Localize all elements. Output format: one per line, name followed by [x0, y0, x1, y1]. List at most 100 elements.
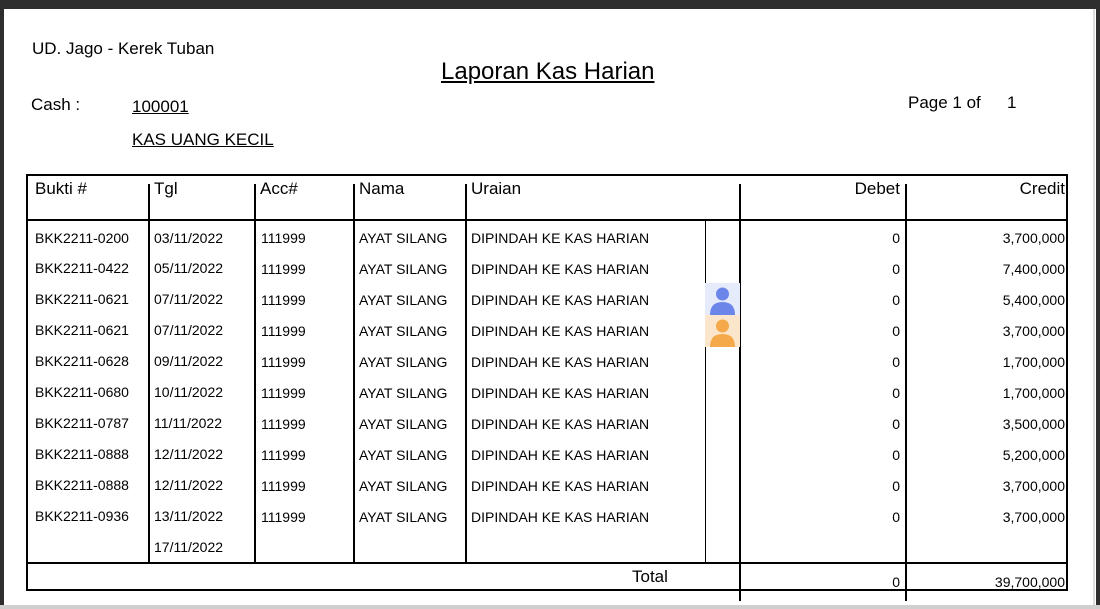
cell-uraian: DIPINDAH KE KAS HARIAN: [471, 509, 650, 525]
cell-credit: 3,700,000: [1002, 478, 1065, 494]
col-divider-acc: [254, 184, 256, 562]
cell-debet: 0: [892, 416, 900, 432]
header-tgl: Tgl: [154, 179, 178, 198]
cell-credit: 3,700,000: [1002, 230, 1065, 246]
user-avatar-icon: [710, 319, 735, 347]
cell-bukti: BKK2211-0621: [35, 322, 129, 338]
cell-debet: 0: [892, 261, 900, 277]
total-divider: [26, 562, 1068, 564]
cell-tgl: 07/11/2022: [154, 291, 224, 307]
cell-uraian: DIPINDAH KE KAS HARIAN: [471, 385, 650, 401]
col-divider-uraian: [465, 184, 467, 562]
cell-nama: AYAT SILANG: [359, 292, 448, 308]
cell-acc: 111999: [261, 261, 306, 277]
cell-nama: AYAT SILANG: [359, 447, 448, 463]
cell-debet: 0: [892, 478, 900, 494]
cell-uraian: DIPINDAH KE KAS HARIAN: [471, 416, 650, 432]
page-total: 1: [1007, 93, 1017, 112]
cell-acc: 111999: [261, 416, 306, 432]
cell-bukti: BKK2211-0200: [35, 230, 129, 246]
cell-tgl: 13/11/2022: [154, 508, 224, 524]
cell-bukti: BKK2211-0422: [35, 260, 129, 276]
cash-label: Cash :: [31, 95, 81, 114]
cell-credit: 3,700,000: [1002, 323, 1065, 339]
header-credit: Credit: [1019, 179, 1065, 198]
cell-bukti: BKK2211-0621: [35, 291, 129, 307]
report-title: Laporan Kas Harian: [441, 58, 655, 85]
col-divider-credit: [905, 184, 907, 601]
cell-uraian: DIPINDAH KE KAS HARIAN: [471, 292, 650, 308]
cell-tgl: 05/11/2022: [154, 260, 224, 276]
user-avatar-icon: [710, 287, 735, 315]
cell-credit: 3,500,000: [1002, 416, 1065, 432]
cell-credit: 5,400,000: [1002, 292, 1065, 308]
cell-tgl: 10/11/2022: [154, 384, 224, 400]
cell-tgl: 12/11/2022: [154, 477, 224, 493]
cell-credit: 1,700,000: [1002, 385, 1065, 401]
cell-credit: 7,400,000: [1002, 261, 1065, 277]
cell-nama: AYAT SILANG: [359, 509, 448, 525]
header-acc: Acc#: [260, 179, 298, 198]
cell-debet: 0: [892, 230, 900, 246]
cell-bukti: BKK2211-0628: [35, 353, 129, 369]
col-divider-tgl: [148, 184, 150, 562]
header-nama: Nama: [359, 179, 405, 198]
cell-debet: 0: [892, 354, 900, 370]
header-divider: [26, 219, 1068, 221]
company-name: UD. Jago - Kerek Tuban: [32, 39, 215, 58]
page-indicator-label: Page 1 of: [908, 93, 981, 112]
header-bukti: Bukti #: [35, 179, 87, 198]
page-bottom-edge: [0, 605, 1100, 609]
cell-tgl: 09/11/2022: [154, 353, 224, 369]
cell-nama: AYAT SILANG: [359, 354, 448, 370]
cell-credit: 5,200,000: [1002, 447, 1065, 463]
cell-tgl: 12/11/2022: [154, 446, 224, 462]
cell-debet: 0: [892, 447, 900, 463]
total-label: Total: [632, 567, 668, 586]
cell-acc: 111999: [261, 509, 306, 525]
cell-bukti: BKK2211-0787: [35, 415, 129, 431]
cell-uraian: DIPINDAH KE KAS HARIAN: [471, 323, 650, 339]
cell-nama: AYAT SILANG: [359, 478, 448, 494]
total-credit: 39,700,000: [994, 574, 1065, 590]
total-debet: 0: [892, 574, 900, 590]
cell-nama: AYAT SILANG: [359, 230, 448, 246]
cell-nama: AYAT SILANG: [359, 323, 448, 339]
cell-acc: 111999: [261, 292, 306, 308]
cash-account-name: KAS UANG KECIL: [132, 130, 274, 149]
col-divider-debet: [739, 184, 741, 601]
cell-uraian: DIPINDAH KE KAS HARIAN: [471, 354, 650, 370]
cell-debet: 0: [892, 292, 900, 308]
cell-acc: 111999: [261, 230, 306, 246]
header-uraian: Uraian: [471, 179, 522, 198]
cell-tgl: 11/11/2022: [154, 415, 222, 431]
cell-uraian: DIPINDAH KE KAS HARIAN: [471, 230, 650, 246]
cell-bukti: BKK2211-0680: [35, 384, 129, 400]
col-divider-uraian-inner: [705, 221, 706, 562]
cash-account-code: 100001: [132, 97, 189, 116]
cell-acc: 111999: [261, 478, 306, 494]
cell-nama: AYAT SILANG: [359, 385, 448, 401]
cell-tgl: 03/11/2022: [154, 230, 224, 246]
cell-uraian: DIPINDAH KE KAS HARIAN: [471, 447, 650, 463]
col-divider-nama: [353, 184, 355, 562]
cell-nama: AYAT SILANG: [359, 416, 448, 432]
cell-uraian: DIPINDAH KE KAS HARIAN: [471, 261, 650, 277]
page-edge: [1093, 9, 1095, 609]
cell-acc: 111999: [261, 447, 306, 463]
cell-debet: 0: [892, 385, 900, 401]
cell-bukti: BKK2211-0888: [35, 477, 129, 493]
user-avatar-icon[interactable]: [705, 315, 740, 347]
cell-bukti: BKK2211-0936: [35, 508, 129, 524]
cell-acc: 111999: [261, 323, 306, 339]
cell-nama: AYAT SILANG: [359, 261, 448, 277]
cell-debet: 0: [892, 323, 900, 339]
user-avatar-icon[interactable]: [705, 283, 740, 315]
cell-acc: 111999: [261, 385, 306, 401]
cell-tgl: 17/11/2022: [154, 539, 224, 555]
cell-bukti: BKK2211-0888: [35, 446, 129, 462]
header-debet: Debet: [854, 179, 900, 198]
cell-tgl: 07/11/2022: [154, 322, 224, 338]
cell-credit: 1,700,000: [1002, 354, 1065, 370]
cell-acc: 111999: [261, 354, 306, 370]
